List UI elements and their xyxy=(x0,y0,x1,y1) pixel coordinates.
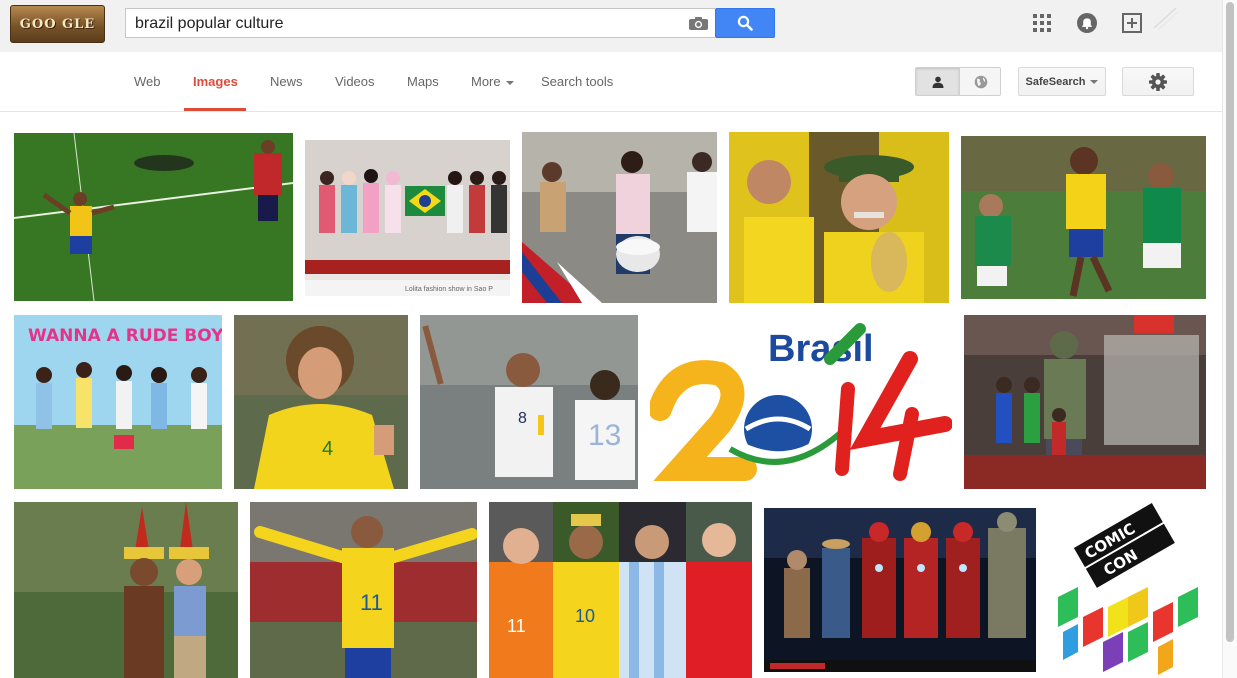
safesearch-dropdown[interactable]: SafeSearch xyxy=(1018,67,1106,96)
share-plus-icon[interactable] xyxy=(1121,12,1143,34)
image-result-kpop-poster[interactable]: WANNA A RUDE BOY xyxy=(14,315,222,489)
lolita-caption: Lolita fashion show in Sao P xyxy=(405,286,493,293)
chevron-down-icon xyxy=(505,80,514,85)
image-result-drummer-parade[interactable] xyxy=(522,132,717,303)
tab-videos[interactable]: Videos xyxy=(335,74,375,89)
image-results-grid: Lolita fashion show in Sao P WANNA A RUD… xyxy=(0,112,1222,678)
image-result-brasil-2014-logo[interactable]: Brasil xyxy=(650,319,952,486)
image-result-comic-con-hulk[interactable] xyxy=(964,315,1206,489)
gear-icon xyxy=(1149,72,1167,91)
svg-text:10: 10 xyxy=(575,606,595,626)
image-result-crying-fan[interactable] xyxy=(729,132,949,303)
search-box[interactable]: brazil popular culture xyxy=(125,8,715,38)
apps-grid-icon[interactable] xyxy=(1031,12,1053,34)
personal-results-button[interactable] xyxy=(916,68,959,95)
image-result-usa-player[interactable]: 8 13 xyxy=(420,315,638,489)
tab-search-tools[interactable]: Search tools xyxy=(541,74,613,89)
page-scrollbar[interactable] xyxy=(1222,0,1237,678)
chevron-down-icon xyxy=(1090,79,1099,84)
logo-text: GOO GLE xyxy=(19,16,96,32)
tab-maps[interactable]: Maps xyxy=(407,74,439,89)
search-input[interactable]: brazil popular culture xyxy=(135,15,284,33)
safesearch-label: SafeSearch xyxy=(1025,75,1086,88)
image-result-iron-man-suits[interactable] xyxy=(764,508,1036,672)
svg-text:8: 8 xyxy=(518,410,527,427)
camera-icon[interactable] xyxy=(689,17,708,30)
svg-text:11: 11 xyxy=(507,616,526,636)
image-result-four-players[interactable]: 11 10 xyxy=(489,502,752,678)
image-result-david-luiz[interactable]: 4 xyxy=(234,315,408,489)
image-result-indigenous-couple[interactable] xyxy=(14,502,238,678)
kpop-caption: WANNA A RUDE BOY xyxy=(28,326,222,346)
globe-icon xyxy=(974,75,988,88)
image-result-lolita-fashion-show[interactable]: Lolita fashion show in Sao P xyxy=(305,140,510,296)
image-result-brazil-vs-mexico[interactable] xyxy=(961,136,1206,299)
tab-news[interactable]: News xyxy=(270,74,303,89)
google-doodle-logo[interactable]: GOO GLE xyxy=(10,5,105,43)
tab-more[interactable]: More xyxy=(471,74,514,89)
tab-images[interactable]: Images xyxy=(193,74,238,89)
image-result-neymar-celebration[interactable]: 11 xyxy=(250,502,477,678)
image-result-comic-con-experience-logo[interactable]: COMIC CON xyxy=(1048,502,1206,678)
scrollbar-thumb[interactable] xyxy=(1226,2,1234,642)
svg-text:11: 11 xyxy=(360,590,383,615)
sparkle-decoration-icon xyxy=(1153,7,1179,31)
tab-more-label: More xyxy=(471,74,501,89)
search-icon xyxy=(737,15,753,31)
active-tab-underline xyxy=(184,108,246,111)
svg-text:13: 13 xyxy=(588,419,621,452)
image-result-soccer-celebration[interactable] xyxy=(14,133,293,301)
personal-results-toggle xyxy=(915,67,1001,96)
tab-web[interactable]: Web xyxy=(134,74,161,89)
settings-button[interactable] xyxy=(1122,67,1194,96)
notifications-bell-icon[interactable] xyxy=(1076,12,1098,34)
top-bar: GOO GLE brazil popular culture xyxy=(0,0,1222,52)
global-results-button[interactable] xyxy=(959,68,1002,95)
search-button[interactable] xyxy=(715,8,775,38)
svg-text:4: 4 xyxy=(322,438,333,460)
search-tabs-bar: Web Images News Videos Maps More Search … xyxy=(0,52,1222,112)
person-icon xyxy=(932,76,943,88)
